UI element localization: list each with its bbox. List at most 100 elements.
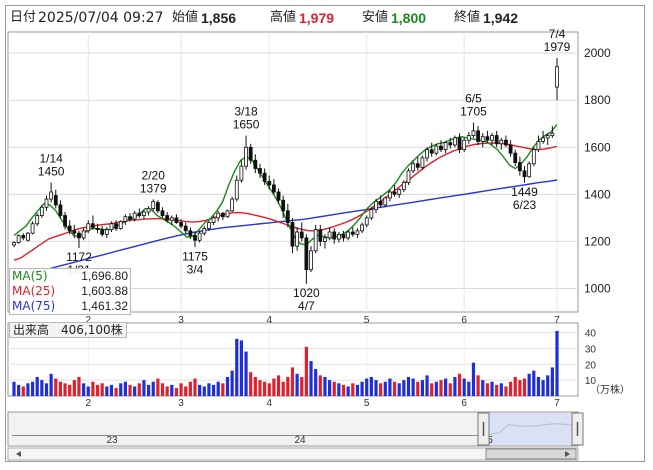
candle-body bbox=[480, 136, 485, 142]
volume-bar bbox=[416, 381, 420, 396]
candle-body bbox=[355, 230, 360, 235]
volume-bar bbox=[444, 378, 448, 396]
volume-bar bbox=[40, 380, 44, 396]
volume-bar bbox=[397, 383, 401, 396]
month-tick-label: 5 bbox=[364, 398, 370, 409]
volume-bar bbox=[72, 380, 76, 396]
candle-body bbox=[299, 231, 304, 239]
candle-body bbox=[193, 235, 197, 241]
candle-body bbox=[323, 237, 327, 242]
candle-body bbox=[485, 136, 490, 141]
volume-bar bbox=[12, 381, 16, 396]
candle-body bbox=[304, 237, 309, 271]
candle-body bbox=[360, 224, 364, 232]
volume-bar bbox=[267, 383, 271, 396]
candle-body bbox=[211, 217, 216, 223]
scrollbar-thumb[interactable] bbox=[485, 448, 577, 460]
month-tick-label: 3 bbox=[178, 315, 184, 326]
volume-bar bbox=[508, 381, 513, 396]
volume-bar bbox=[239, 340, 244, 396]
candle-body bbox=[406, 170, 411, 183]
ma5-value: 1,696.80 bbox=[81, 269, 128, 283]
candle-body bbox=[420, 157, 425, 168]
trough-price-label: 1175 bbox=[182, 249, 208, 263]
volume-bar bbox=[481, 380, 485, 396]
candle-body bbox=[443, 142, 448, 151]
candle-body bbox=[336, 233, 341, 240]
volume-bar bbox=[300, 376, 304, 396]
volume-bar bbox=[207, 383, 211, 396]
volume-bar bbox=[430, 383, 434, 396]
ma75-value: 1,461.32 bbox=[81, 299, 128, 313]
navigator-handle[interactable] bbox=[571, 412, 584, 446]
volume-bar bbox=[21, 386, 25, 396]
volume-bar bbox=[402, 380, 406, 396]
price-tick-label: 1000 bbox=[584, 281, 611, 295]
volume-bar bbox=[555, 330, 559, 396]
volume-bar bbox=[114, 388, 118, 396]
volume-bar bbox=[518, 380, 522, 396]
month-tick-label: 4 bbox=[266, 398, 272, 409]
volume-tick-label: 30 bbox=[585, 344, 597, 355]
volume-bar bbox=[374, 380, 378, 396]
candle-body bbox=[434, 145, 439, 154]
volume-bar bbox=[462, 378, 466, 396]
volume-bar bbox=[485, 383, 489, 396]
volume-bar bbox=[49, 373, 53, 396]
ma25-name: MA(25) bbox=[12, 284, 56, 298]
volume-bar bbox=[63, 383, 67, 396]
volume-bar bbox=[527, 373, 531, 396]
candle-body bbox=[369, 209, 374, 219]
candle-body bbox=[165, 215, 170, 221]
candle-body bbox=[545, 135, 550, 139]
month-tick-label: 7 bbox=[554, 315, 560, 326]
candle-body bbox=[151, 201, 156, 209]
volume-bar bbox=[156, 378, 160, 396]
candle-body bbox=[16, 235, 21, 243]
candle-body bbox=[142, 211, 146, 216]
peak-date-label: 2/20 bbox=[142, 168, 166, 182]
candle-body bbox=[77, 232, 81, 239]
candle-body bbox=[531, 149, 536, 165]
volume-bar bbox=[30, 381, 35, 396]
volume-bar bbox=[411, 378, 415, 396]
candle-body bbox=[476, 130, 481, 142]
trough-date-label: 3/4 bbox=[187, 262, 204, 276]
candle-body bbox=[258, 168, 262, 174]
volume-bar bbox=[355, 384, 360, 396]
candle-body bbox=[383, 197, 388, 206]
ma5-name: MA(5) bbox=[12, 269, 48, 283]
candle-body bbox=[35, 215, 40, 225]
volume-bar bbox=[471, 362, 476, 396]
volume-bar bbox=[546, 375, 550, 396]
candle-body bbox=[128, 216, 132, 220]
volume-bar bbox=[184, 386, 188, 396]
volume-bar bbox=[198, 384, 202, 396]
candle-body bbox=[63, 215, 67, 227]
candle-body bbox=[401, 182, 406, 191]
ma-legend: MA(5) 1,696.80 MA(25) 1,603.88 MA(75) 1,… bbox=[9, 268, 131, 315]
price-tick-label: 2000 bbox=[584, 46, 611, 60]
volume-bar bbox=[513, 376, 517, 396]
navigator-handle[interactable] bbox=[477, 412, 490, 446]
ma-legend-row: MA(25) 1,603.88 bbox=[12, 284, 128, 299]
candle-body bbox=[207, 222, 211, 229]
month-tick-label: 5 bbox=[364, 315, 370, 326]
candle-body bbox=[146, 208, 151, 213]
price-tick-label: 1400 bbox=[584, 187, 611, 201]
volume-bar bbox=[272, 378, 276, 396]
volume-bar bbox=[314, 369, 318, 396]
candle-body bbox=[216, 212, 221, 219]
volume-tick-label: 40 bbox=[585, 329, 597, 340]
volume-bar bbox=[281, 381, 285, 396]
volume-bar bbox=[160, 383, 165, 396]
stock-chart-svg: 1000 1200 1400 1600 1800 2000 1020 30 40 （万株） 2 23 3… bbox=[7, 27, 630, 461]
candle-body bbox=[160, 210, 165, 216]
candle-body bbox=[415, 163, 420, 168]
month-tick-label: 6 bbox=[461, 315, 467, 326]
candle-body bbox=[490, 135, 494, 141]
peak-date-label: 3/18 bbox=[234, 105, 258, 119]
candle-body bbox=[522, 170, 527, 178]
volume-bar bbox=[142, 380, 146, 396]
peak-date-label: 7/4 bbox=[549, 27, 566, 41]
